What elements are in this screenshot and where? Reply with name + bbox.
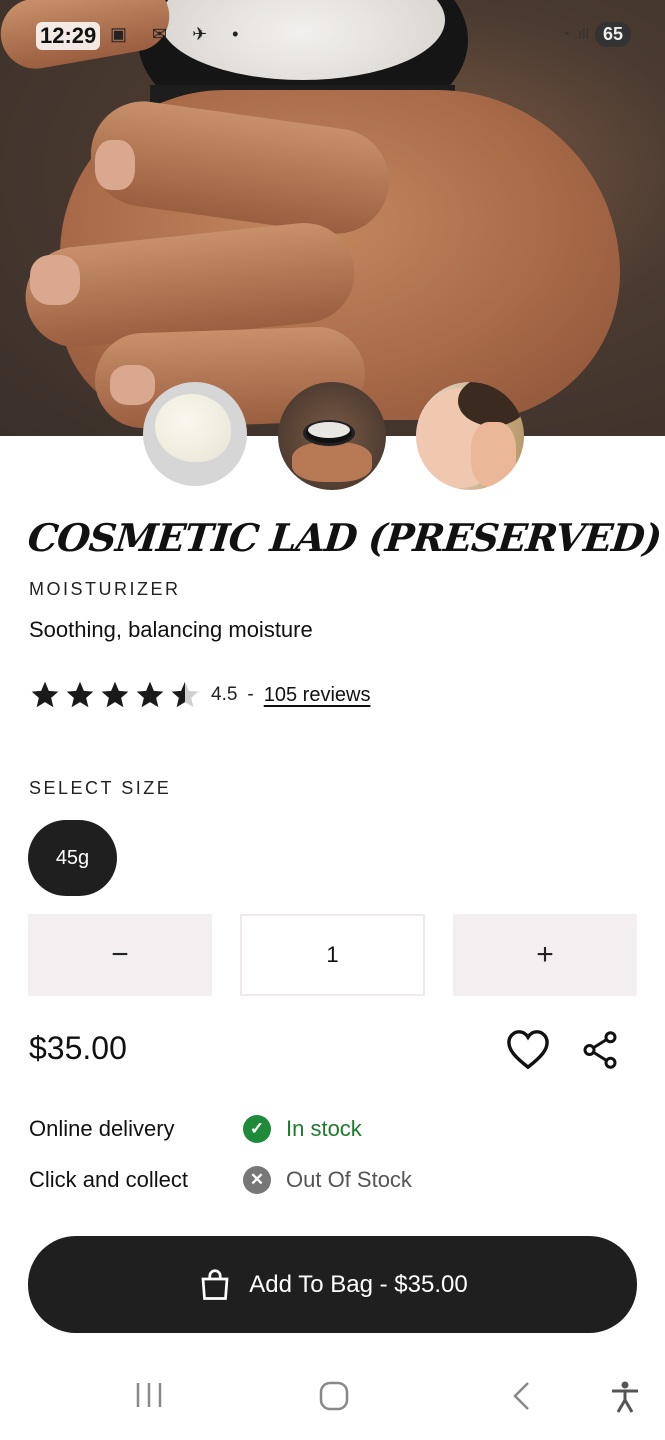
star-full-icon: [66, 681, 94, 708]
availability-status: In stock: [286, 1116, 362, 1141]
hand-shape: [471, 422, 516, 487]
back-icon[interactable]: [508, 1380, 536, 1412]
check-circle-icon: ✓: [243, 1115, 271, 1143]
battery-icon: 65: [594, 22, 631, 47]
recent-apps-icon[interactable]: [134, 1380, 164, 1410]
status-time: 12:29: [36, 22, 101, 50]
share-icon[interactable]: [582, 1030, 618, 1070]
jar-cream-shape: [308, 422, 350, 438]
status-right: ◔ .ıll 65: [561, 22, 631, 47]
rating-separator: -: [247, 684, 254, 705]
quantity-decrease-button[interactable]: −: [28, 914, 212, 996]
wishlist-heart-icon[interactable]: [505, 1028, 551, 1070]
rating-row: 4.5 - 105 reviews: [29, 677, 370, 713]
hand-shape: [292, 442, 372, 482]
quantity-field[interactable]: 1: [240, 914, 425, 996]
product-subtitle: Soothing, balancing moisture: [29, 617, 313, 642]
cream-shape: [155, 394, 231, 462]
fingernail-shape: [30, 255, 80, 305]
notification-icons: ▣ ✉ ✈ •: [110, 24, 249, 44]
star-full-icon: [31, 681, 59, 708]
availability-collect: Click and collect ✕ Out Of Stock: [29, 1166, 412, 1194]
thumbnail-jar-in-hand[interactable]: [278, 382, 386, 490]
add-to-bag-button[interactable]: Add To Bag - $35.00: [28, 1236, 637, 1333]
availability-status: Out Of Stock: [286, 1167, 412, 1192]
wifi-signal-icon: ◔ .ıll: [560, 26, 589, 43]
system-navbar: [0, 1360, 665, 1440]
thumbnail-model-face[interactable]: [416, 382, 524, 490]
fingernail-shape: [95, 140, 135, 190]
x-circle-icon: ✕: [243, 1166, 271, 1194]
size-option-45g[interactable]: 45g: [28, 820, 117, 896]
rating-value: 4.5: [211, 684, 238, 705]
availability-label: Online delivery: [29, 1116, 175, 1141]
product-title: COSMETIC LAD (PRESERVED): [25, 515, 664, 560]
image-thumbnails: [0, 380, 665, 492]
thumbnail-cream[interactable]: [143, 382, 247, 486]
availability-online: Online delivery ✓ In stock: [29, 1115, 362, 1143]
home-icon[interactable]: [318, 1380, 350, 1412]
star-rating: [29, 679, 201, 711]
shopping-bag-icon: [201, 1268, 229, 1300]
status-bar: 12:29 ▣ ✉ ✈ • ◔ .ıll 65: [0, 0, 665, 72]
accessibility-icon[interactable]: [608, 1380, 642, 1414]
reviews-link[interactable]: 105 reviews: [264, 684, 371, 707]
product-category: MOISTURIZER: [29, 579, 181, 599]
add-to-bag-label: Add To Bag - $35.00: [249, 1270, 468, 1298]
star-full-icon: [136, 681, 164, 708]
size-label: SELECT SIZE: [29, 778, 172, 798]
star-full-icon: [101, 681, 129, 708]
star-half-icon: [171, 681, 199, 708]
quantity-increase-button[interactable]: +: [453, 914, 637, 996]
availability-label: Click and collect: [29, 1167, 188, 1192]
product-price: $35.00: [29, 1030, 127, 1066]
